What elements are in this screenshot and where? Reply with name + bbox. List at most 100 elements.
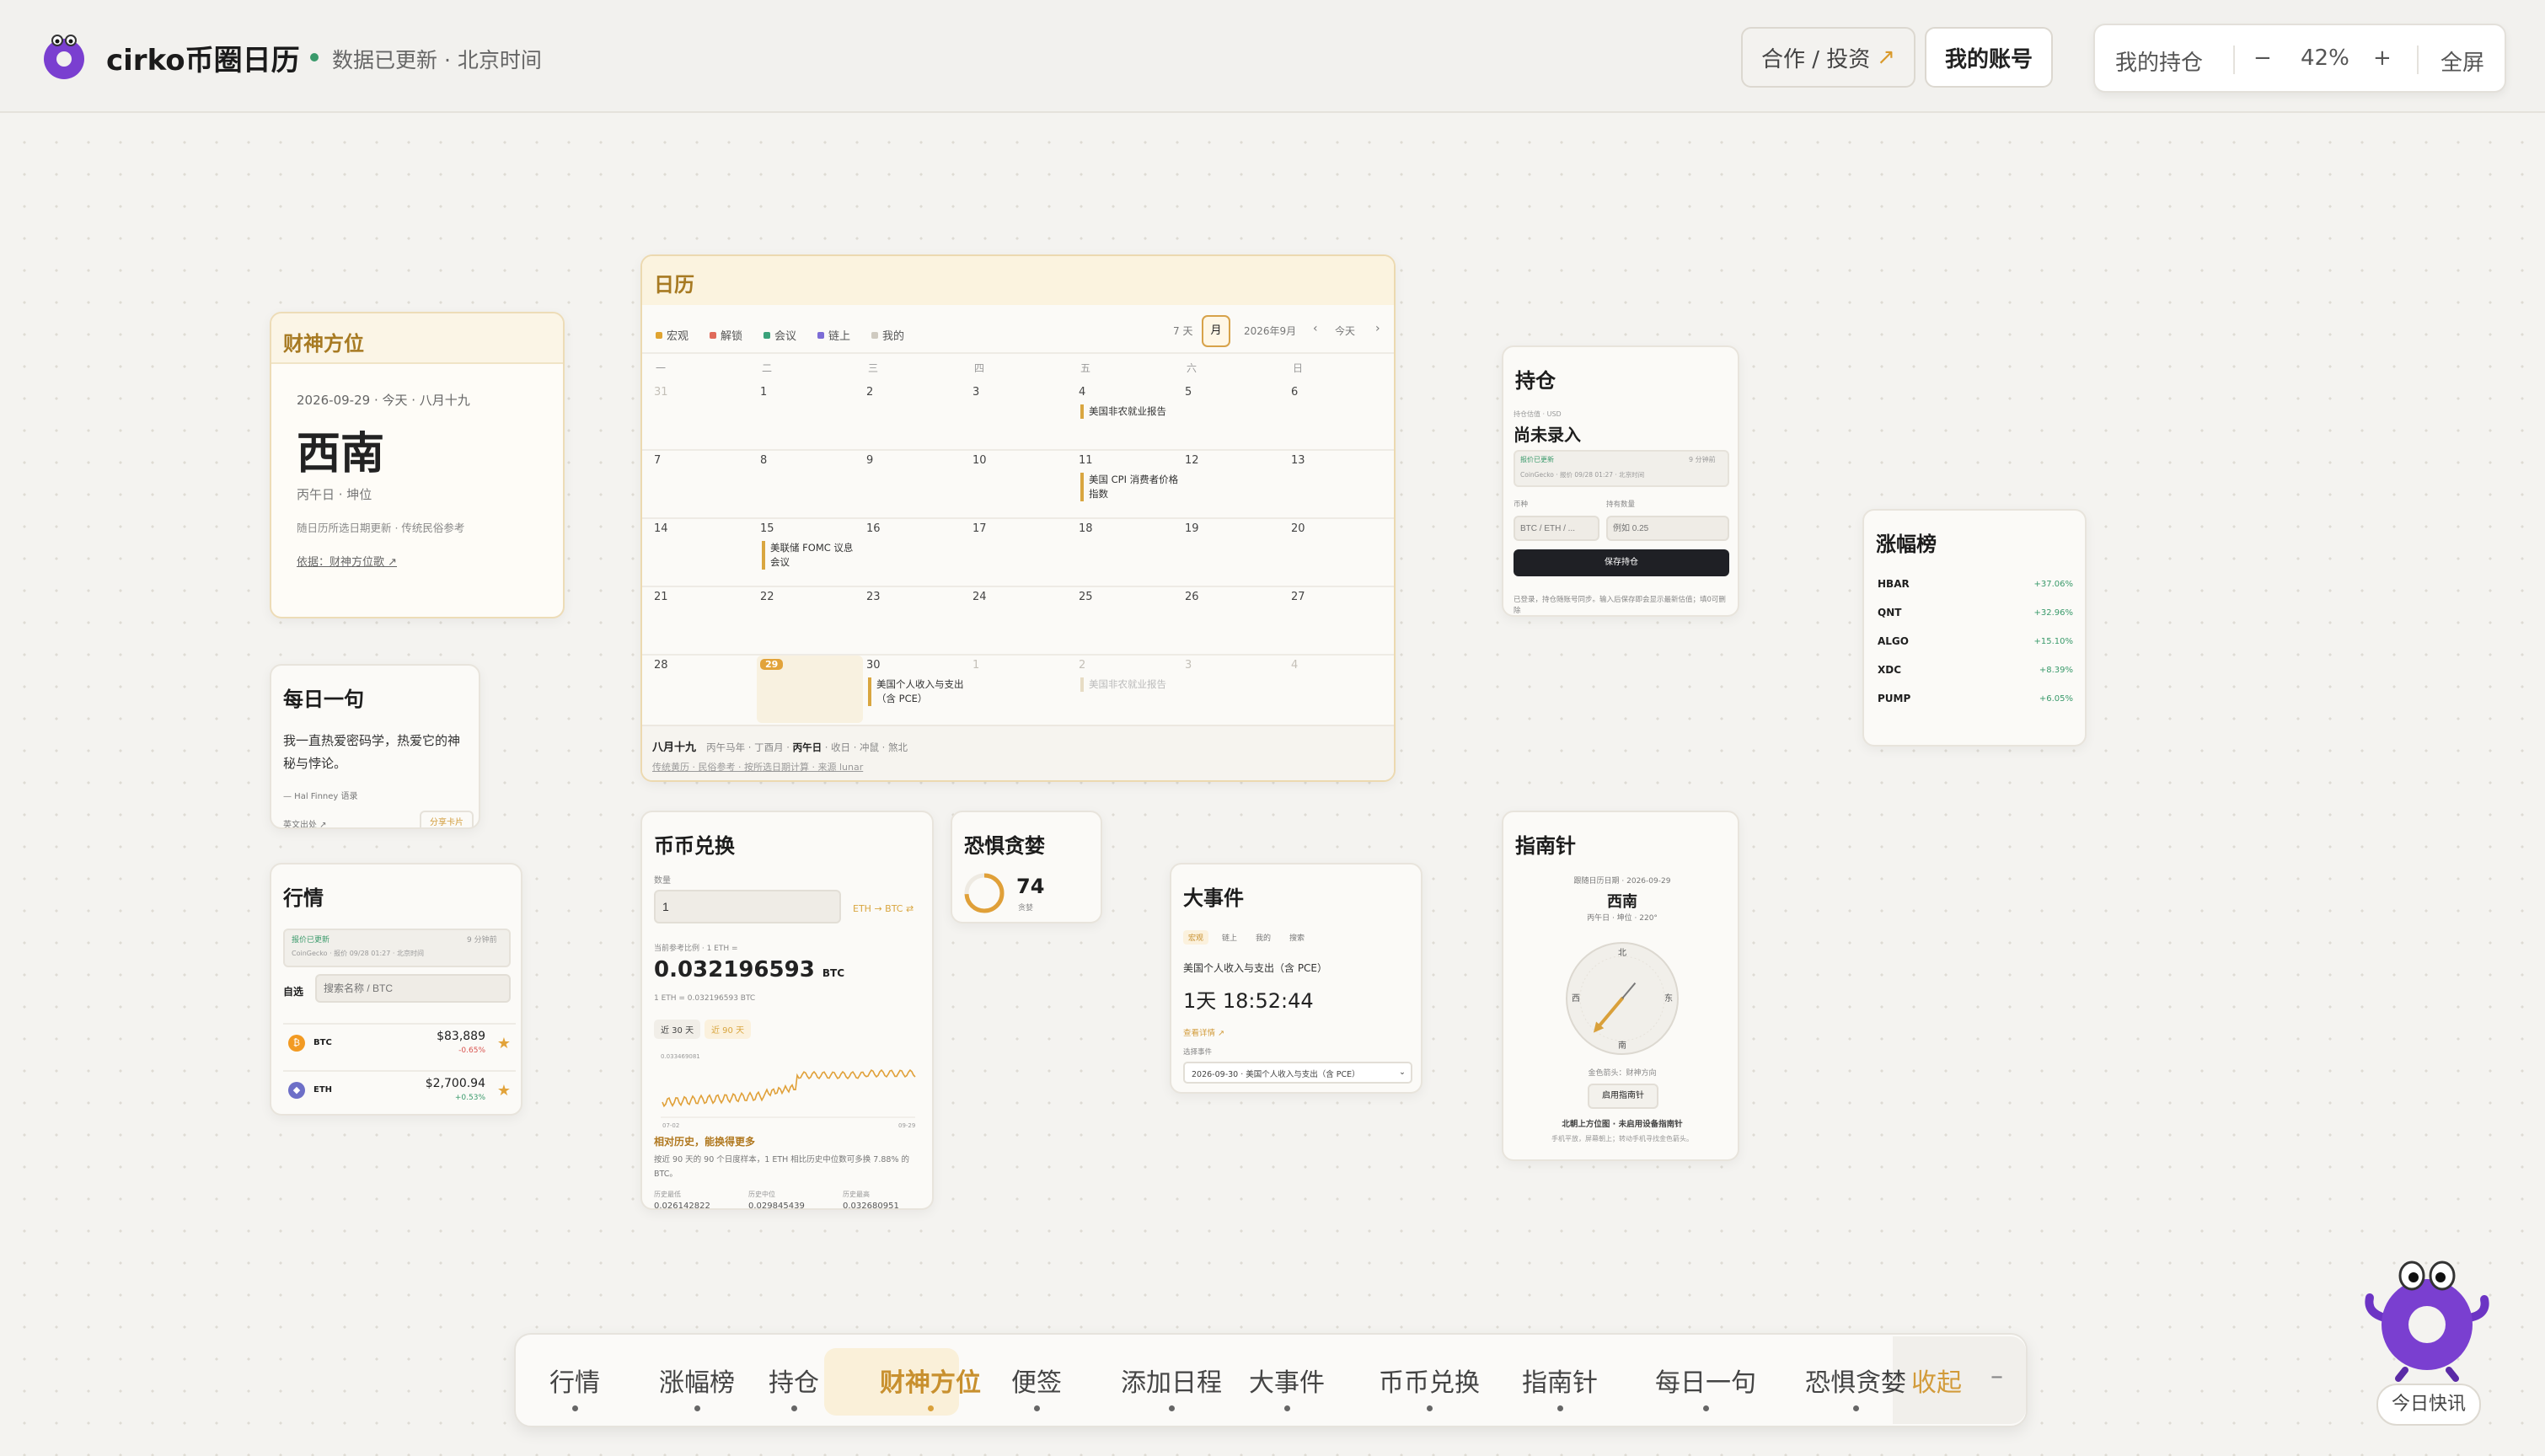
market-search-input[interactable] xyxy=(315,974,511,1003)
nav-item[interactable]: 指南针 xyxy=(1522,1362,1598,1399)
calendar-day[interactable]: 4 美国非农就业报告 xyxy=(1075,383,1181,450)
calendar-event[interactable]: 美国个人收入与支出（含 PCE） xyxy=(868,677,967,706)
calendar-day[interactable]: 3 xyxy=(969,383,1075,450)
event-detail-link[interactable]: 查看详情 ↗ xyxy=(1183,1026,1224,1038)
watchlist-tab[interactable]: 自选 xyxy=(283,984,303,998)
footer-note[interactable]: 传统黄历 · 民俗参考 · 按所选日期计算 · 来源 lunar xyxy=(652,760,863,774)
legend-item[interactable]: 宏观 xyxy=(656,327,688,343)
calendar-day[interactable]: 22 xyxy=(757,587,863,655)
calendar-day[interactable]: 4 xyxy=(1288,656,1394,723)
coop-button[interactable]: 合作 / 投资 ↗ xyxy=(1741,27,1916,88)
calendar-day[interactable]: 12 xyxy=(1181,451,1288,518)
event-tab[interactable]: 搜索 xyxy=(1284,930,1310,945)
calendar-day[interactable]: 10 xyxy=(969,451,1075,518)
fullscreen-button[interactable]: 全屏 xyxy=(2441,46,2484,77)
event-tab[interactable]: 我的 xyxy=(1251,930,1276,945)
calendar-day[interactable]: 30 美国个人收入与支出（含 PCE） xyxy=(863,656,969,723)
share-card-button[interactable]: 分享卡片 xyxy=(420,811,474,827)
view-week-button[interactable]: 7 天 xyxy=(1173,324,1192,338)
caishen-card[interactable]: 财神方位 2026-09-29 · 今天 · 八月十九 西南 丙午日 · 坤位 … xyxy=(270,312,565,618)
calendar-event[interactable]: 美联储 FOMC 议息会议 xyxy=(762,541,861,570)
legend-item[interactable]: 链上 xyxy=(817,327,850,343)
nav-item[interactable]: 币币兑换 xyxy=(1379,1362,1480,1399)
daily-quote-card[interactable]: 每日一句 我一直热爱密码学，热爱它的神秘与悖论。 — Hal Finney 语录… xyxy=(270,664,480,829)
calendar-day[interactable]: 1 xyxy=(757,383,863,450)
calendar-day[interactable]: 8 xyxy=(757,451,863,518)
nav-item[interactable]: 每日一句 xyxy=(1655,1362,1756,1399)
gainer-symbol[interactable]: HBAR xyxy=(1878,578,1910,590)
calendar-day[interactable]: 31 xyxy=(651,383,757,450)
calendar-day[interactable]: 13 xyxy=(1288,451,1394,518)
calendar-day[interactable]: 17 xyxy=(969,519,1075,586)
calendar-day[interactable]: 9 xyxy=(863,451,969,518)
calendar-day[interactable]: 14 xyxy=(651,519,757,586)
qty-input[interactable] xyxy=(654,890,841,923)
calendar-day[interactable]: 11 美国 CPI 消费者价格指数 xyxy=(1075,451,1181,518)
calendar-day[interactable]: 6 xyxy=(1288,383,1394,450)
quote-source-link[interactable]: 英文出处 ↗ xyxy=(283,817,327,827)
calendar-day[interactable]: 19 xyxy=(1181,519,1288,586)
nav-item[interactable]: 便签 xyxy=(1011,1362,1062,1399)
event-tab[interactable]: 宏观 xyxy=(1183,930,1209,945)
mascot-icon[interactable] xyxy=(2360,1247,2494,1382)
prev-month-button[interactable]: ‹ xyxy=(1313,322,1318,335)
calendar-day[interactable]: 15 美联储 FOMC 议息会议 xyxy=(757,519,863,586)
pair-switch-button[interactable]: ETH → BTC ⇄ xyxy=(853,903,914,914)
calendar-day[interactable]: 24 xyxy=(969,587,1075,655)
zoom-out-button[interactable]: − xyxy=(2253,46,2272,71)
enable-compass-button[interactable]: 启用指南针 xyxy=(1588,1084,1658,1109)
nav-item[interactable]: 持仓 xyxy=(769,1362,819,1399)
nav-item[interactable]: 涨幅榜 xyxy=(659,1362,735,1399)
tab-90d[interactable]: 近 90 天 xyxy=(705,1020,752,1039)
star-icon[interactable]: ★ xyxy=(497,1082,511,1100)
calendar-day[interactable]: 20 xyxy=(1288,519,1394,586)
calendar-day[interactable]: 29 xyxy=(757,656,863,723)
calendar-event[interactable]: 美国 CPI 消费者价格指数 xyxy=(1080,473,1180,501)
calendar-day[interactable]: 25 xyxy=(1075,587,1181,655)
tab-30d[interactable]: 近 30 天 xyxy=(654,1020,701,1039)
gainer-symbol[interactable]: XDC xyxy=(1878,664,1901,676)
gainer-symbol[interactable]: PUMP xyxy=(1878,693,1910,704)
calendar-day[interactable]: 18 xyxy=(1075,519,1181,586)
coin-input[interactable] xyxy=(1514,516,1599,541)
calendar-day[interactable]: 7 xyxy=(651,451,757,518)
collapse-button[interactable]: 收起 – xyxy=(1893,1336,2026,1424)
view-month-button[interactable]: 月 xyxy=(1202,315,1230,347)
next-month-button[interactable]: › xyxy=(1375,322,1380,335)
calendar-event[interactable]: 美国非农就业报告 xyxy=(1080,677,1180,692)
news-flash-button[interactable]: 今日快讯 xyxy=(2376,1384,2481,1426)
account-button[interactable]: 我的账号 xyxy=(1925,27,2054,88)
legend-item[interactable]: 解锁 xyxy=(710,327,742,343)
star-icon[interactable]: ★ xyxy=(497,1035,511,1052)
coin-row[interactable]: ◆ ETH $2,700.94 +0.53% ★ xyxy=(283,1070,516,1111)
holdings-button[interactable]: 我的持仓 xyxy=(2115,46,2203,77)
calendar-day[interactable]: 23 xyxy=(863,587,969,655)
nav-item[interactable]: 恐惧贪婪 xyxy=(1805,1362,1906,1399)
fear-greed-card[interactable]: 恐惧贪婪 74 贪婪 xyxy=(951,811,1102,923)
legend-item[interactable]: 我的 xyxy=(871,327,904,343)
nav-item[interactable]: 大事件 xyxy=(1249,1362,1325,1399)
calendar-day[interactable]: 16 xyxy=(863,519,969,586)
calendar-day[interactable]: 21 xyxy=(651,587,757,655)
calendar-day[interactable]: 5 xyxy=(1181,383,1288,450)
calendar-day[interactable]: 2 xyxy=(863,383,969,450)
calendar-event[interactable]: 美国非农就业报告 xyxy=(1080,404,1180,419)
event-select[interactable]: 2026-09-30 · 美国个人收入与支出（含 PCE） ⌄ xyxy=(1183,1062,1412,1084)
amount-input[interactable] xyxy=(1606,516,1729,541)
today-button[interactable]: 今天 xyxy=(1335,324,1355,338)
legend-item[interactable]: 会议 xyxy=(764,327,796,343)
calendar-day[interactable]: 2 美国非农就业报告 xyxy=(1075,656,1181,723)
nav-item[interactable]: 财神方位 xyxy=(880,1362,981,1399)
zoom-in-button[interactable]: + xyxy=(2373,46,2392,71)
gainer-symbol[interactable]: ALGO xyxy=(1878,635,1909,647)
coin-row[interactable]: ₿ BTC $83,889 -0.65% ★ xyxy=(283,1023,516,1063)
calendar-day[interactable]: 28 xyxy=(651,656,757,723)
caishen-basis-link[interactable]: 依据：财神方位歌 ↗ xyxy=(297,553,397,569)
gainer-symbol[interactable]: QNT xyxy=(1878,607,1901,618)
save-holdings-button[interactable]: 保存持仓 xyxy=(1514,549,1729,576)
calendar-day[interactable]: 3 xyxy=(1181,656,1288,723)
calendar-day[interactable]: 1 xyxy=(969,656,1075,723)
event-tab[interactable]: 链上 xyxy=(1217,930,1242,945)
nav-item[interactable]: 添加日程 xyxy=(1121,1362,1222,1399)
calendar-day[interactable]: 27 xyxy=(1288,587,1394,655)
